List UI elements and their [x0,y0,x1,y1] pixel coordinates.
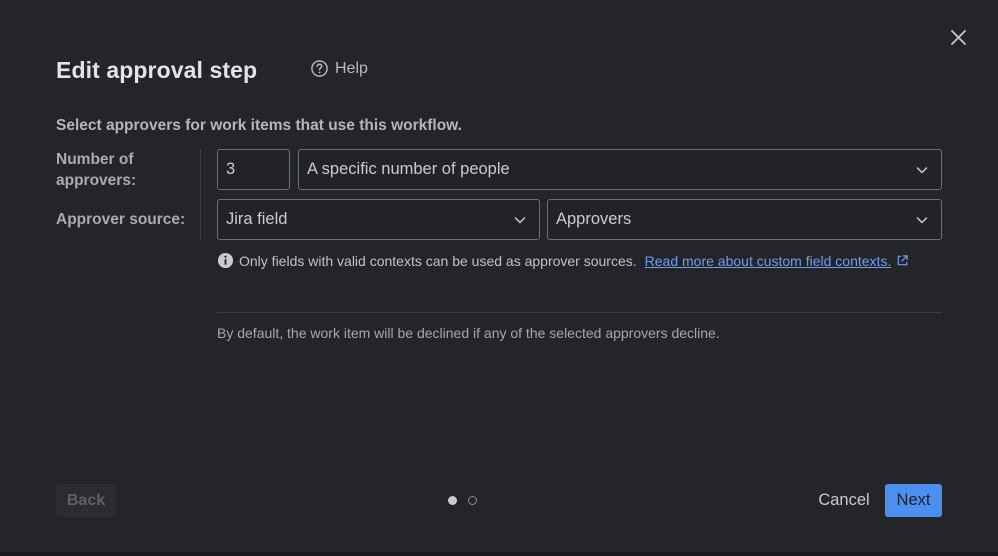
info-text: Only fields with valid contexts can be u… [239,252,637,269]
next-button[interactable]: Next [885,484,942,517]
approver-mode-value: A specific number of people [307,160,510,178]
approver-source-label: Approver source: [56,211,186,228]
number-of-approvers-label: Number of approvers: [56,151,137,189]
dialog-title: Edit approval step [56,57,258,83]
chevron-down-icon [514,216,526,223]
step-dot-current [448,496,457,505]
help-link[interactable]: Help [310,59,368,78]
back-button[interactable]: Back [56,484,116,517]
close-icon [951,30,966,45]
approver-field-select[interactable]: Approvers [547,199,942,240]
cancel-button[interactable]: Cancel [812,484,876,517]
chevron-down-icon [916,216,928,223]
step-indicator [448,496,477,505]
label-divider [200,149,201,240]
info-icon [217,252,234,269]
chevron-down-icon [916,166,928,173]
info-message: Only fields with valid contexts can be u… [217,252,909,269]
approver-count-input[interactable]: 3 [217,149,290,190]
approver-field-value: Approvers [556,210,632,228]
section-divider [217,312,942,313]
approver-mode-select[interactable]: A specific number of people [298,149,942,190]
custom-field-contexts-link[interactable]: Read more about custom field contexts. [645,253,892,269]
approver-count-value: 3 [226,160,236,178]
approver-source-type-value: Jira field [226,210,288,228]
help-label: Help [335,59,368,77]
close-button[interactable] [946,25,972,51]
edit-approval-dialog: Edit approval step Help Select approvers… [0,0,998,552]
page-bottom-edge [0,552,998,556]
external-link-icon [898,255,909,266]
decline-note: By default, the work item will be declin… [217,325,720,341]
dialog-description: Select approvers for work items that use… [56,117,462,134]
approver-source-type-select[interactable]: Jira field [217,199,540,240]
step-dot [468,496,477,505]
help-icon [311,60,328,77]
